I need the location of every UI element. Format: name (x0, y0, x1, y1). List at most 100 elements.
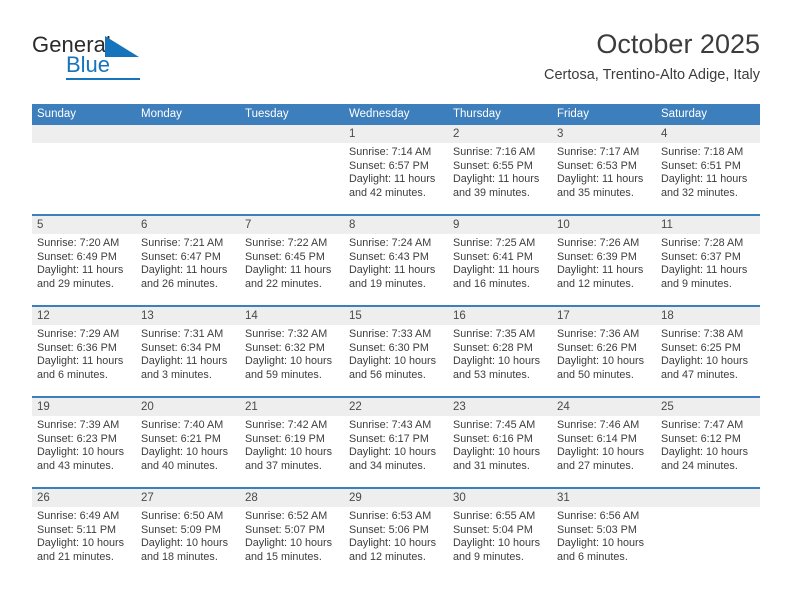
day-number[interactable]: 15 (344, 307, 448, 325)
day-cell-empty (240, 143, 344, 214)
day-number[interactable]: 5 (32, 216, 136, 234)
day-cell[interactable]: Sunrise: 7:17 AM Sunset: 6:53 PM Daylight:… (552, 143, 656, 214)
day-detail-line: and 6 minutes. (37, 368, 108, 381)
day-detail-line: and 56 minutes. (349, 368, 426, 381)
logo-text-blue: Blue (66, 52, 111, 77)
day-number[interactable]: 18 (656, 307, 760, 325)
weekday-header-sunday: Sunday (37, 108, 77, 120)
day-detail-line: Sunrise: 7:16 AM (453, 146, 536, 158)
day-cell[interactable]: Sunrise: 7:14 AM Sunset: 6:57 PM Daylight:… (344, 143, 448, 214)
day-cell[interactable]: Sunrise: 7:24 AM Sunset: 6:43 PM Daylight:… (344, 234, 448, 305)
day-detail-line: Sunrise: 7:18 AM (661, 146, 744, 158)
day-cell[interactable]: Sunrise: 7:46 AM Sunset: 6:14 PM Daylight:… (552, 416, 656, 487)
day-detail-line: Sunset: 5:04 PM (453, 523, 533, 536)
day-number[interactable]: 13 (136, 307, 240, 325)
day-number[interactable]: 1 (344, 125, 448, 143)
day-number[interactable]: 11 (656, 216, 760, 234)
day-cell[interactable]: Sunrise: 7:20 AM Sunset: 6:49 PM Daylight:… (32, 234, 136, 305)
day-detail-line: and 26 minutes. (141, 277, 218, 290)
day-detail-line: Sunset: 5:11 PM (37, 523, 117, 536)
day-cell[interactable]: Sunrise: 6:52 AM Sunset: 5:07 PM Daylight:… (240, 507, 344, 578)
weekday-header-friday: Friday (557, 108, 589, 120)
day-detail-line: and 50 minutes. (557, 368, 634, 381)
day-number[interactable]: 21 (240, 398, 344, 416)
day-number[interactable]: 19 (32, 398, 136, 416)
day-number[interactable]: 25 (656, 398, 760, 416)
day-number[interactable]: 4 (656, 125, 760, 143)
general-blue-logo: General Blue (32, 34, 162, 82)
day-cell[interactable]: Sunrise: 7:16 AM Sunset: 6:55 PM Daylight:… (448, 143, 552, 214)
day-cell[interactable]: Sunrise: 6:55 AM Sunset: 5:04 PM Daylight:… (448, 507, 552, 578)
day-detail-line: Daylight: 11 hours (349, 173, 436, 186)
day-cell[interactable]: Sunrise: 6:53 AM Sunset: 5:06 PM Daylight:… (344, 507, 448, 578)
day-cell[interactable]: Sunrise: 7:47 AM Sunset: 6:12 PM Daylight:… (656, 416, 760, 487)
calendar-week-row: 5 6 7 8 9 10 11 Sunrise: 7:20 AM Sunset: 6:49 PM… (32, 214, 760, 305)
day-detail-line: Sunset: 6:51 PM (661, 159, 741, 172)
title-block: October 2025 Certosa, Trentino-Alto Adig… (544, 28, 760, 85)
day-detail-line: Daylight: 11 hours (245, 264, 332, 277)
day-number[interactable]: 22 (344, 398, 448, 416)
day-number[interactable]: 14 (240, 307, 344, 325)
day-cell[interactable]: Sunrise: 6:56 AM Sunset: 5:03 PM Daylight:… (552, 507, 656, 578)
day-number[interactable]: 23 (448, 398, 552, 416)
day-detail-line: Daylight: 11 hours (661, 264, 748, 277)
day-detail-line: Daylight: 11 hours (37, 264, 124, 277)
day-detail-line: Sunrise: 7:25 AM (453, 237, 536, 249)
day-number[interactable]: 27 (136, 489, 240, 507)
day-number[interactable]: 24 (552, 398, 656, 416)
day-number[interactable]: 3 (552, 125, 656, 143)
day-cell[interactable]: Sunrise: 7:31 AM Sunset: 6:34 PM Daylight:… (136, 325, 240, 396)
day-detail-line: Sunrise: 7:47 AM (661, 419, 744, 431)
day-cell[interactable]: Sunrise: 7:43 AM Sunset: 6:17 PM Daylight:… (344, 416, 448, 487)
day-detail-line: Daylight: 10 hours (141, 537, 229, 550)
day-number[interactable]: 28 (240, 489, 344, 507)
day-cell[interactable]: Sunrise: 7:45 AM Sunset: 6:16 PM Daylight:… (448, 416, 552, 487)
day-detail-strip: Sunrise: 7:29 AM Sunset: 6:36 PM Daylight:… (32, 325, 760, 396)
day-cell[interactable]: Sunrise: 7:40 AM Sunset: 6:21 PM Daylight:… (136, 416, 240, 487)
day-cell[interactable]: Sunrise: 7:42 AM Sunset: 6:19 PM Daylight:… (240, 416, 344, 487)
day-number[interactable]: 20 (136, 398, 240, 416)
day-cell[interactable]: Sunrise: 7:35 AM Sunset: 6:28 PM Daylight:… (448, 325, 552, 396)
day-number[interactable]: 30 (448, 489, 552, 507)
day-cell[interactable]: Sunrise: 7:29 AM Sunset: 6:36 PM Daylight:… (32, 325, 136, 396)
day-number[interactable]: 16 (448, 307, 552, 325)
day-cell[interactable]: Sunrise: 6:50 AM Sunset: 5:09 PM Daylight:… (136, 507, 240, 578)
day-cell[interactable]: Sunrise: 7:32 AM Sunset: 6:32 PM Daylight:… (240, 325, 344, 396)
day-number[interactable]: 12 (32, 307, 136, 325)
day-cell[interactable]: Sunrise: 7:38 AM Sunset: 6:25 PM Daylight:… (656, 325, 760, 396)
day-detail-line: Sunset: 6:36 PM (37, 341, 117, 354)
day-cell[interactable]: Sunrise: 7:36 AM Sunset: 6:26 PM Daylight:… (552, 325, 656, 396)
day-cell[interactable]: Sunrise: 7:33 AM Sunset: 6:30 PM Daylight:… (344, 325, 448, 396)
day-detail-line: Sunset: 5:06 PM (349, 523, 429, 536)
day-number-strip: 1234 (32, 125, 760, 143)
day-detail-line: Sunrise: 7:21 AM (141, 237, 224, 249)
day-detail-line: Sunset: 6:55 PM (453, 159, 533, 172)
day-number[interactable]: 9 (448, 216, 552, 234)
day-number[interactable]: 31 (552, 489, 656, 507)
day-detail-line: Sunrise: 7:40 AM (141, 419, 224, 431)
day-detail-line: Sunrise: 7:17 AM (557, 146, 640, 158)
day-number[interactable]: 6 (136, 216, 240, 234)
day-cell[interactable]: Sunrise: 7:39 AM Sunset: 6:23 PM Daylight:… (32, 416, 136, 487)
day-detail-line: Sunset: 6:14 PM (557, 432, 637, 445)
day-number[interactable]: 29 (344, 489, 448, 507)
day-detail-strip: Sunrise: 6:49 AM Sunset: 5:11 PM Daylight:… (32, 507, 760, 578)
day-detail-line: Sunrise: 7:26 AM (557, 237, 640, 249)
day-number[interactable]: 26 (32, 489, 136, 507)
day-number[interactable]: 10 (552, 216, 656, 234)
day-number[interactable]: 17 (552, 307, 656, 325)
day-cell[interactable]: Sunrise: 7:18 AM Sunset: 6:51 PM Daylight:… (656, 143, 760, 214)
day-cell[interactable]: Sunrise: 7:25 AM Sunset: 6:41 PM Daylight:… (448, 234, 552, 305)
day-detail-line: Daylight: 10 hours (557, 355, 645, 368)
day-cell[interactable]: Sunrise: 7:26 AM Sunset: 6:39 PM Daylight:… (552, 234, 656, 305)
day-cell[interactable]: Sunrise: 6:49 AM Sunset: 5:11 PM Daylight:… (32, 507, 136, 578)
day-number[interactable]: 8 (344, 216, 448, 234)
day-cell[interactable]: Sunrise: 7:21 AM Sunset: 6:47 PM Daylight:… (136, 234, 240, 305)
day-number[interactable]: 7 (240, 216, 344, 234)
day-number[interactable]: 2 (448, 125, 552, 143)
day-number-empty (32, 125, 136, 143)
day-detail-line: and 27 minutes. (557, 459, 634, 472)
day-cell[interactable]: Sunrise: 7:28 AM Sunset: 6:37 PM Daylight:… (656, 234, 760, 305)
day-detail-line: Sunset: 6:43 PM (349, 250, 429, 263)
day-cell[interactable]: Sunrise: 7:22 AM Sunset: 6:45 PM Daylight:… (240, 234, 344, 305)
